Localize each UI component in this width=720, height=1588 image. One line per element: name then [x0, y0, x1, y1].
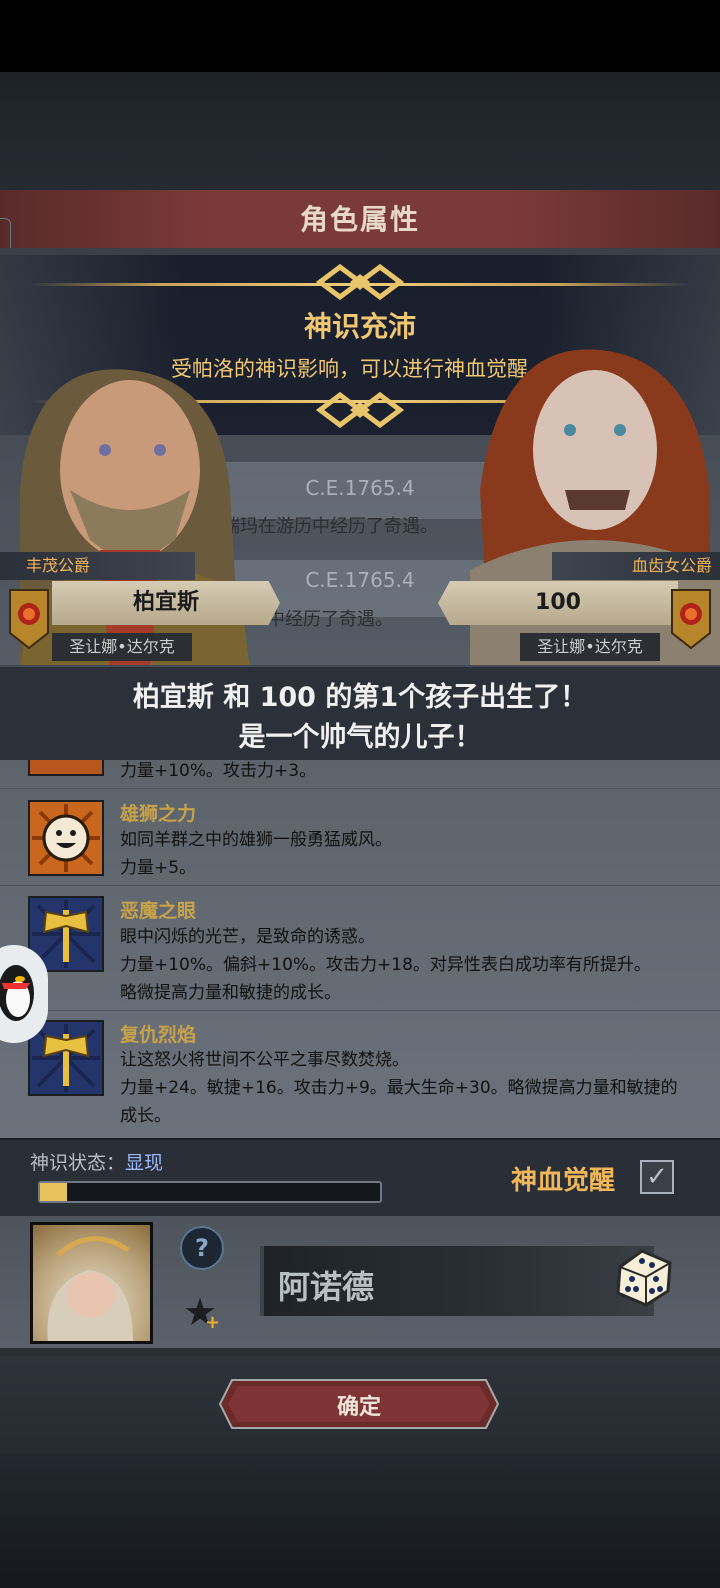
smile-icon — [28, 800, 104, 876]
trait-divider — [0, 1010, 720, 1011]
father-family: 圣让娜•达尔克 — [52, 633, 192, 661]
confirm-label[interactable]: 确定 — [218, 1389, 500, 1421]
trait-name: 恶魔之眼 — [120, 900, 197, 922]
divider — [0, 1348, 720, 1356]
help-button[interactable]: ? — [180, 1226, 224, 1270]
trait-icon — [28, 760, 104, 776]
top-backdrop — [0, 72, 720, 190]
child-portrait — [30, 1222, 153, 1344]
divine-status-value: 显现 — [125, 1152, 164, 1174]
father-crest-icon — [9, 589, 49, 650]
mother-family: 圣让娜•达尔克 — [520, 633, 660, 661]
mother-name[interactable]: 100 — [438, 581, 678, 625]
ornament-icon — [315, 263, 405, 301]
divine-status-label: 神识状态：显现 — [30, 1152, 164, 1174]
birth-line-1: 柏宜斯 和 100 的第1个孩子出生了！ — [132, 682, 588, 713]
page-title: 角色属性 — [299, 203, 420, 236]
mother-crest-icon — [671, 589, 711, 650]
divine-progress-fill — [40, 1183, 68, 1201]
trait-divider — [0, 788, 720, 789]
trait-name: 雄狮之力 — [120, 803, 197, 825]
awaken-label: 神血觉醒 — [511, 1166, 616, 1196]
divine-progress-bar — [38, 1181, 382, 1203]
status-bar-top — [0, 0, 720, 72]
father-name[interactable]: 柏宜斯 — [52, 581, 280, 625]
child-name-value[interactable]: 阿诺德 — [278, 1262, 374, 1308]
banner-title: 神识充沛 — [303, 310, 416, 343]
dice-icon[interactable] — [612, 1245, 676, 1309]
bottom-backdrop — [0, 1455, 720, 1588]
trait-name: 复仇烈焰 — [120, 1024, 197, 1046]
baby-icon — [47, 1236, 133, 1341]
trait-desc: 眼中闪烁的光芒，是致命的诱惑。 力量+10%。偏斜+10%。攻击力+18。对异性… — [120, 927, 651, 1003]
trait-desc: 让这怒火将世间不公平之事尽数焚烧。 力量+24。敏捷+16。攻击力+9。最大生命… — [120, 1050, 678, 1126]
birth-line-2: 是一个帅气的儿子！ — [238, 722, 482, 753]
trait-divider — [0, 885, 720, 886]
mother-title: 血齿女公爵 — [552, 552, 720, 580]
penguin-icon — [0, 965, 34, 1021]
trait-desc: 如同羊群之中的雄狮一般勇猛威风。 力量+5。 — [120, 830, 392, 878]
trait-desc: 力量+10%。攻击力+3。 — [120, 761, 317, 781]
father-title: 丰茂公爵 — [0, 552, 195, 580]
plus-icon: + — [205, 1312, 221, 1333]
awaken-checkbox[interactable]: ✓ — [640, 1160, 674, 1194]
ornament-icon — [315, 391, 405, 429]
